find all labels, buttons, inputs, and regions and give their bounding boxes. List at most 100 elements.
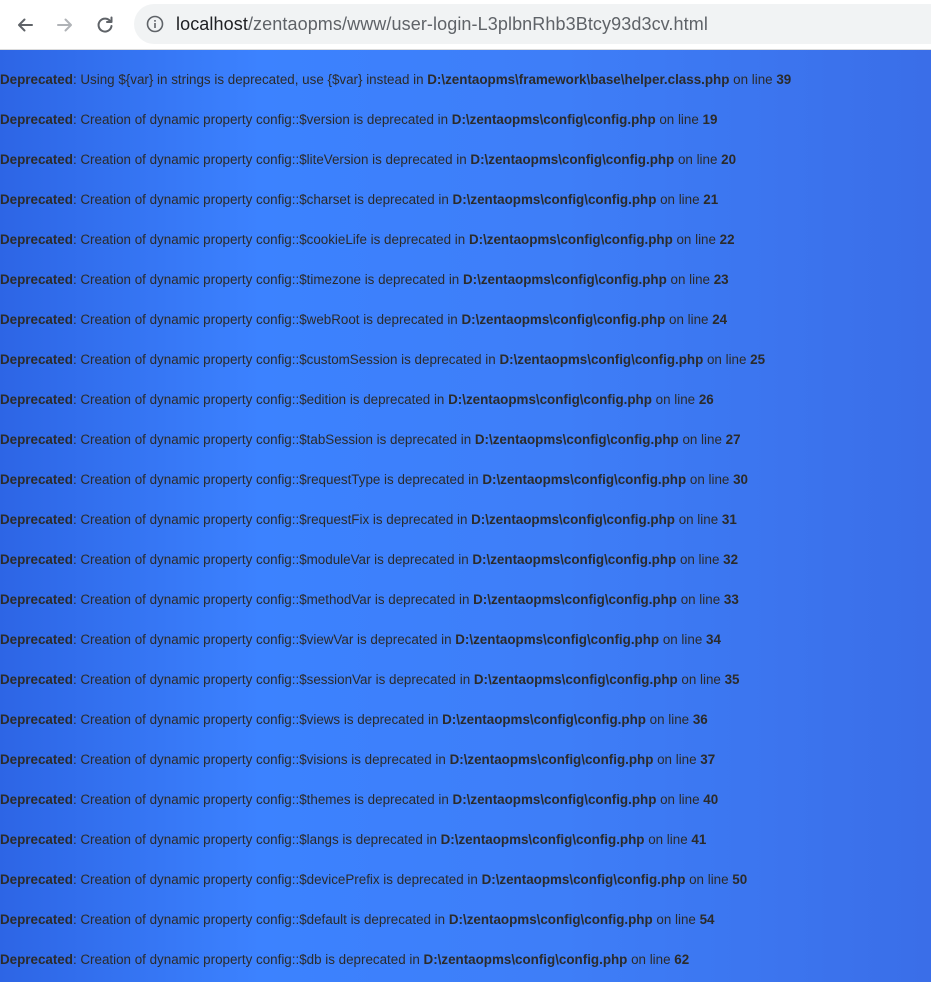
line-number: 21 (703, 192, 719, 207)
line-number: 31 (721, 512, 737, 527)
on-line-text: on line (678, 432, 726, 447)
deprecation-message: Deprecated: Creation of dynamic property… (0, 830, 706, 850)
on-line-text: on line (665, 312, 713, 327)
message-text: : Creation of dynamic property config::$… (72, 472, 483, 487)
message-text: : Creation of dynamic property config::$… (72, 712, 443, 727)
on-line-text: on line (666, 272, 714, 287)
message-text: : Creation of dynamic property config::$… (72, 512, 472, 527)
deprecation-label: Deprecated (0, 872, 73, 887)
deprecation-label: Deprecated (0, 792, 73, 807)
message-text: : Creation of dynamic property config::$… (72, 152, 471, 167)
on-line-text: on line (729, 72, 777, 87)
line-number: 20 (721, 152, 737, 167)
deprecation-message: Deprecated: Creation of dynamic property… (0, 670, 740, 690)
deprecation-message: Deprecated: Creation of dynamic property… (0, 310, 727, 330)
deprecation-message: Deprecated: Creation of dynamic property… (0, 710, 708, 730)
url-text[interactable]: localhost/zentaopms/www/user-login-L3plb… (176, 14, 708, 35)
deprecation-label: Deprecated (0, 672, 73, 687)
on-line-text: on line (672, 232, 720, 247)
line-number: 23 (713, 272, 729, 287)
deprecation-label: Deprecated (0, 512, 73, 527)
line-number: 62 (674, 952, 690, 967)
file-path: D:\zentaopms\config\config.php (440, 832, 645, 847)
info-icon[interactable] (146, 15, 164, 33)
deprecation-message: Deprecated: Creation of dynamic property… (0, 470, 748, 490)
arrow-left-icon (15, 15, 35, 35)
line-number: 24 (712, 312, 728, 327)
on-line-text: on line (676, 592, 724, 607)
on-line-text: on line (644, 832, 692, 847)
message-text: : Creation of dynamic property config::$… (72, 352, 500, 367)
deprecation-message: Deprecated: Creation of dynamic property… (0, 350, 765, 370)
message-text: : Creation of dynamic property config::$… (72, 632, 456, 647)
on-line-text: on line (655, 112, 703, 127)
on-line-text: on line (651, 392, 699, 407)
line-number: 41 (691, 832, 707, 847)
deprecation-message: Deprecated: Creation of dynamic property… (0, 510, 737, 530)
message-text: : Creation of dynamic property config::$… (72, 112, 452, 127)
line-number: 33 (723, 592, 739, 607)
message-text: : Creation of dynamic property config::$… (72, 232, 469, 247)
file-path: D:\zentaopms\config\config.php (499, 352, 704, 367)
reload-button[interactable] (89, 9, 121, 41)
line-number: 40 (703, 792, 719, 807)
file-path: D:\zentaopms\config\config.php (448, 912, 653, 927)
deprecation-label: Deprecated (0, 312, 73, 327)
deprecation-label: Deprecated (0, 952, 73, 967)
back-button[interactable] (9, 9, 41, 41)
file-path: D:\zentaopms\config\config.php (470, 152, 675, 167)
address-bar[interactable]: localhost/zentaopms/www/user-login-L3plb… (134, 4, 931, 44)
deprecation-message: Deprecated: Creation of dynamic property… (0, 430, 741, 450)
message-text: : Creation of dynamic property config::$… (72, 432, 475, 447)
forward-button[interactable] (49, 9, 81, 41)
message-text: : Creation of dynamic property config::$… (72, 832, 441, 847)
message-text: : Using ${var} in strings is deprecated,… (72, 72, 428, 87)
line-number: 25 (750, 352, 766, 367)
browser-toolbar: localhost/zentaopms/www/user-login-L3plb… (0, 0, 931, 50)
on-line-text: on line (656, 192, 704, 207)
file-path: D:\zentaopms\config\config.php (448, 392, 652, 407)
deprecation-label: Deprecated (0, 392, 73, 407)
line-number: 39 (776, 72, 792, 87)
deprecation-message: Deprecated: Creation of dynamic property… (0, 270, 729, 290)
on-line-text: on line (685, 872, 733, 887)
message-text: : Creation of dynamic property config::$… (72, 792, 453, 807)
message-text: : Creation of dynamic property config::$… (72, 672, 474, 687)
message-text: : Creation of dynamic property config::$… (72, 552, 473, 567)
file-path: D:\zentaopms\config\config.php (482, 472, 687, 487)
deprecation-label: Deprecated (0, 192, 73, 207)
on-line-text: on line (627, 952, 675, 967)
deprecation-message: Deprecated: Creation of dynamic property… (0, 590, 739, 610)
file-path: D:\zentaopms\config\config.php (462, 272, 667, 287)
on-line-text: on line (652, 912, 700, 927)
deprecation-label: Deprecated (0, 712, 73, 727)
line-number: 26 (698, 392, 714, 407)
message-text: : Creation of dynamic property config::$… (72, 272, 463, 287)
deprecation-label: Deprecated (0, 752, 73, 767)
deprecation-label: Deprecated (0, 552, 73, 567)
deprecation-label: Deprecated (0, 632, 73, 647)
deprecation-label: Deprecated (0, 472, 73, 487)
on-line-text: on line (645, 712, 693, 727)
message-text: : Creation of dynamic property config::$… (72, 912, 449, 927)
deprecation-message: Deprecated: Creation of dynamic property… (0, 750, 715, 770)
on-line-text: on line (677, 672, 725, 687)
arrow-right-icon (55, 15, 75, 35)
on-line-text: on line (703, 352, 751, 367)
on-line-text: on line (656, 792, 704, 807)
file-path: D:\zentaopms\framework\base\helper.class… (427, 72, 730, 87)
line-number: 22 (719, 232, 735, 247)
deprecation-label: Deprecated (0, 272, 73, 287)
file-path: D:\zentaopms\config\config.php (472, 552, 677, 567)
file-path: D:\zentaopms\config\config.php (481, 872, 686, 887)
on-line-text: on line (676, 552, 724, 567)
deprecation-label: Deprecated (0, 352, 73, 367)
deprecation-message: Deprecated: Creation of dynamic property… (0, 550, 738, 570)
file-path: D:\zentaopms\config\config.php (449, 752, 654, 767)
file-path: D:\zentaopms\config\config.php (471, 512, 675, 527)
deprecation-label: Deprecated (0, 112, 73, 127)
file-path: D:\zentaopms\config\config.php (455, 632, 660, 647)
deprecation-message: Deprecated: Creation of dynamic property… (0, 150, 736, 170)
message-text: : Creation of dynamic property config::$… (72, 752, 450, 767)
deprecation-message: Deprecated: Creation of dynamic property… (0, 190, 718, 210)
